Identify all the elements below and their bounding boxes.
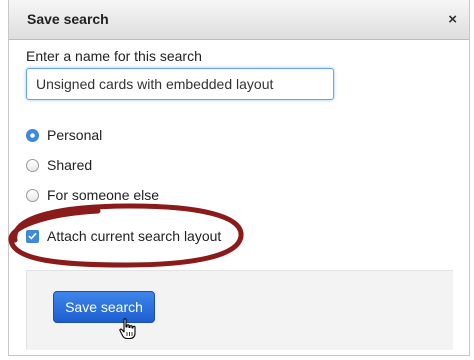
hand-pointer-icon	[119, 318, 136, 340]
dialog-title: Save search	[27, 11, 109, 27]
save-search-button[interactable]: Save search	[53, 291, 155, 323]
search-name-input[interactable]	[26, 68, 334, 100]
dialog-footer: Save search	[26, 270, 453, 350]
close-icon[interactable]: ×	[448, 11, 457, 28]
radio-personal[interactable]	[26, 128, 39, 142]
save-search-dialog: Save search × Enter a name for this sear…	[8, 0, 470, 356]
radio-label-someone-else: For someone else	[47, 187, 160, 203]
radio-label-personal: Personal	[47, 127, 103, 143]
radio-someone-else[interactable]	[26, 188, 39, 202]
radio-option-personal[interactable]: Personal	[26, 124, 102, 146]
radio-shared[interactable]	[26, 158, 39, 172]
name-prompt-label: Enter a name for this search	[26, 48, 202, 64]
highlight-ellipse	[8, 203, 244, 268]
radio-option-shared[interactable]: Shared	[26, 154, 92, 176]
dialog-titlebar: Save search ×	[9, 0, 469, 40]
radio-label-shared: Shared	[47, 157, 93, 173]
